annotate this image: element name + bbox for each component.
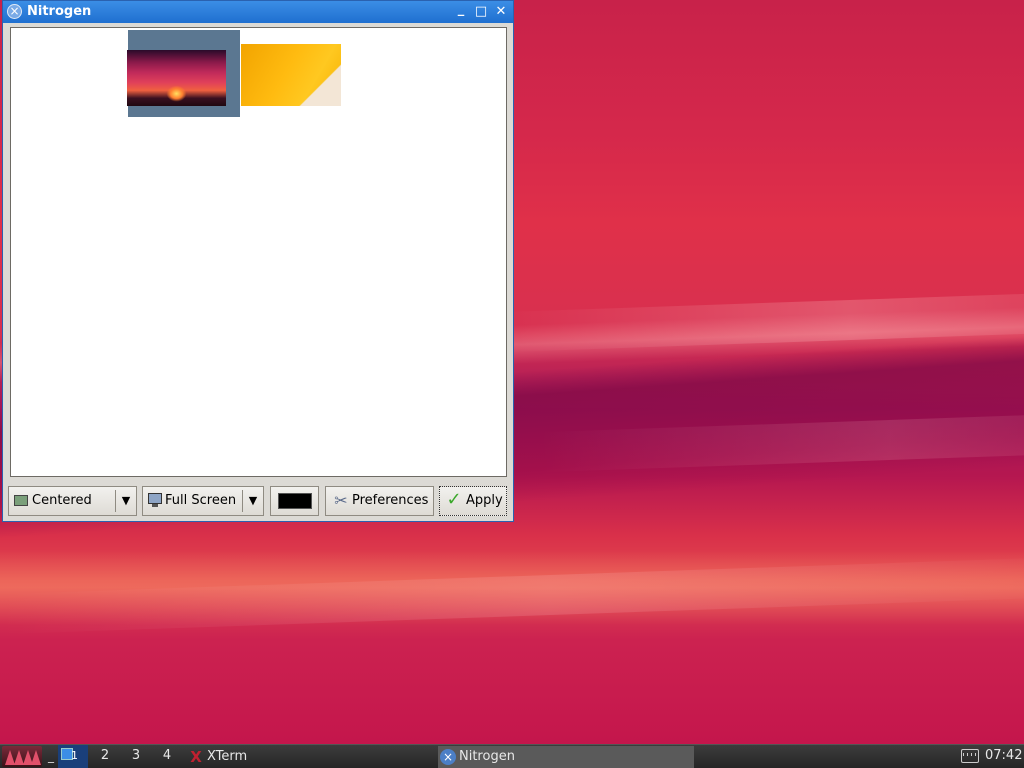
- screen-dropdown[interactable]: Full Screen ▼: [142, 486, 264, 516]
- taskbar-item-xterm[interactable]: X XTerm: [186, 746, 431, 768]
- nitrogen-app-icon[interactable]: ×: [7, 4, 22, 19]
- background-color-button[interactable]: [270, 486, 319, 516]
- display-mode-label: Centered: [32, 493, 92, 508]
- nitrogen-icon: ×: [440, 749, 456, 765]
- chevron-down-icon[interactable]: ▼: [242, 490, 263, 512]
- window-content: Centered ▼ Full Screen ▼ ✂ Preferences ✓…: [3, 23, 513, 521]
- title-bar[interactable]: × Nitrogen _ □ ✕: [3, 1, 513, 23]
- task-label: Nitrogen: [459, 749, 515, 764]
- checkmark-icon: ✓: [446, 489, 462, 510]
- show-desktop-button[interactable]: _: [45, 745, 57, 767]
- taskbar-item-nitrogen[interactable]: × Nitrogen: [438, 746, 694, 768]
- monitor-icon: [148, 493, 162, 504]
- minimize-button[interactable]: _: [453, 2, 469, 18]
- desktop-number: 1: [71, 749, 78, 762]
- nitrogen-window: × Nitrogen _ □ ✕ Centered ▼ Full Screen …: [2, 0, 514, 522]
- apply-label: Apply: [466, 493, 503, 508]
- start-menu-logo-icon[interactable]: [2, 746, 42, 767]
- preferences-label: Preferences: [352, 493, 429, 508]
- maximize-button[interactable]: □: [473, 4, 489, 20]
- window-title: Nitrogen: [27, 4, 92, 19]
- wallpaper-streak: [499, 287, 1024, 353]
- centered-mode-icon: [14, 495, 28, 506]
- apply-button[interactable]: ✓ Apply: [439, 486, 507, 516]
- desktop-pager-4[interactable]: 4: [152, 745, 182, 768]
- monitor-stand: [152, 504, 158, 507]
- display-mode-dropdown[interactable]: Centered ▼: [8, 486, 137, 516]
- xterm-icon: X: [190, 748, 202, 766]
- task-label: XTerm: [207, 749, 248, 764]
- desktop-pager-1[interactable]: 1: [58, 745, 88, 768]
- clock[interactable]: 07:42: [985, 745, 1022, 767]
- wallpaper-streak: [0, 555, 1024, 635]
- thumbnail-yellow[interactable]: [241, 44, 341, 106]
- preferences-button[interactable]: ✂ Preferences: [325, 486, 434, 516]
- desktop-pager-2[interactable]: 2: [90, 745, 120, 768]
- screen-label: Full Screen: [165, 493, 237, 508]
- taskbar: _ 1 2 3 4 X XTerm × Nitrogen 07:42: [0, 744, 1024, 768]
- close-button[interactable]: ✕: [493, 4, 509, 20]
- logo-peak: [31, 750, 41, 765]
- tools-icon: ✂: [334, 491, 348, 510]
- chevron-down-icon[interactable]: ▼: [115, 490, 136, 512]
- keyboard-icon[interactable]: [961, 749, 979, 763]
- thumbnail-sunset[interactable]: [127, 50, 226, 106]
- desktop-pager-3[interactable]: 3: [121, 745, 151, 768]
- color-swatch: [278, 493, 312, 509]
- wallpaper-streak: [539, 407, 1024, 473]
